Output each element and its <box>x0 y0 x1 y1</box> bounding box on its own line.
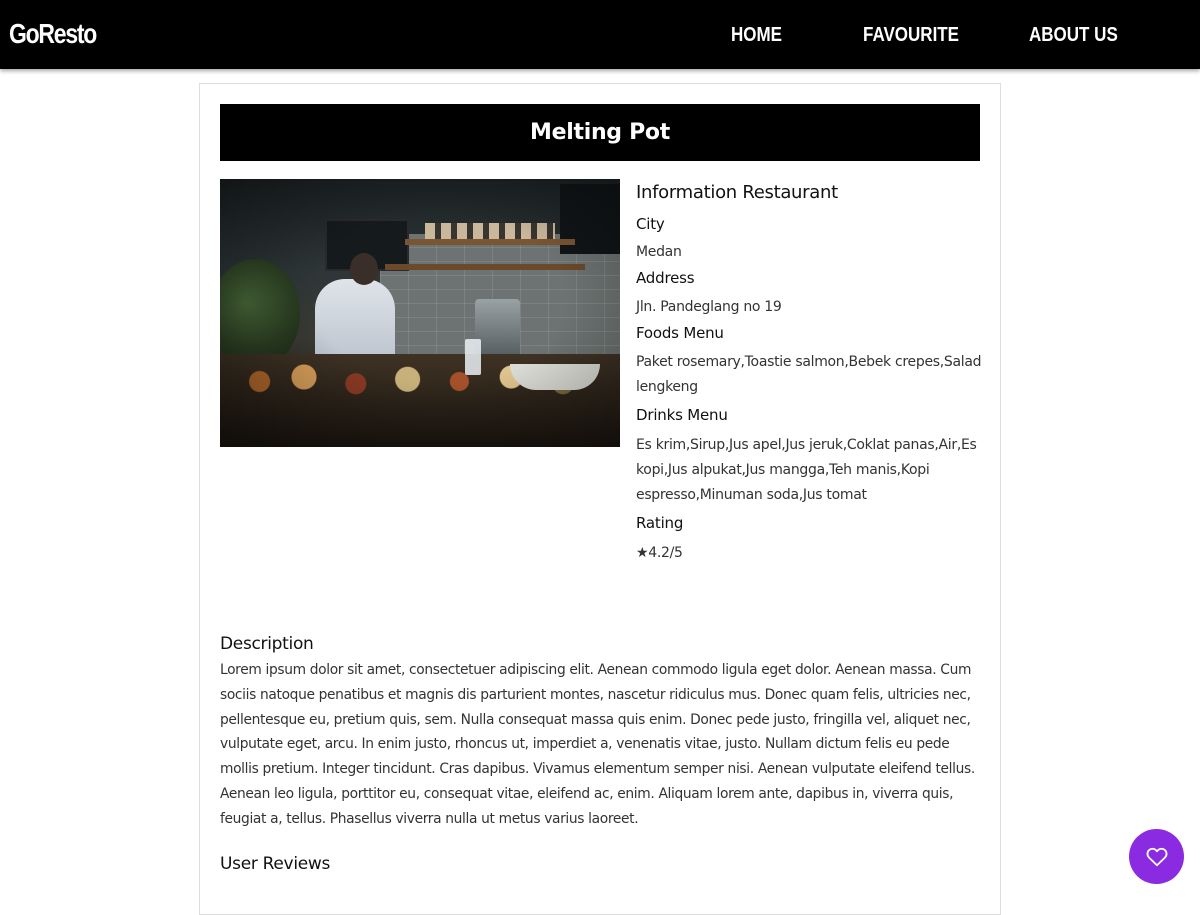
address-label: Address <box>636 269 695 287</box>
user-reviews-heading: User Reviews <box>220 854 331 874</box>
nav-about-link[interactable]: ABOUT US <box>1029 22 1118 48</box>
nav-home-link[interactable]: HOME <box>731 22 782 48</box>
favourite-button[interactable] <box>1129 829 1184 884</box>
foods-menu-value: Paket rosemary,Toastie salmon,Bebek crep… <box>636 354 982 395</box>
city-value: Medan <box>636 244 682 260</box>
restaurant-title-bar: Melting Pot <box>220 104 980 161</box>
city-label: City <box>636 215 665 233</box>
restaurant-name: Melting Pot <box>530 120 670 145</box>
drinks-menu-value: Es krim,Sirup,Jus apel,Jus jeruk,Coklat … <box>636 437 977 503</box>
heart-outline-icon <box>1146 847 1167 866</box>
rating-label: Rating <box>636 514 684 532</box>
address-value: Jln. Pandeglang no 19 <box>636 299 782 315</box>
description-heading: Description <box>220 634 314 654</box>
drinks-menu-label: Drinks Menu <box>636 406 728 424</box>
restaurant-info-section: Information Restaurant City Medan Addres… <box>636 181 986 566</box>
photo-vignette <box>220 179 620 447</box>
description-text: Lorem ipsum dolor sit amet, consectetuer… <box>220 662 975 827</box>
brand-logo[interactable]: GoResto <box>9 17 97 51</box>
restaurant-photo <box>220 179 620 447</box>
rating-value: ★4.2/5 <box>636 545 683 561</box>
restaurant-detail-card: Melting Pot Information Restaurant City … <box>199 83 1001 915</box>
top-navigation-bar: GoResto HOME FAVOURITE ABOUT US <box>0 0 1200 69</box>
foods-menu-label: Foods Menu <box>636 324 724 342</box>
info-heading: Information Restaurant <box>636 182 838 203</box>
nav-favourite-link[interactable]: FAVOURITE <box>863 22 959 48</box>
